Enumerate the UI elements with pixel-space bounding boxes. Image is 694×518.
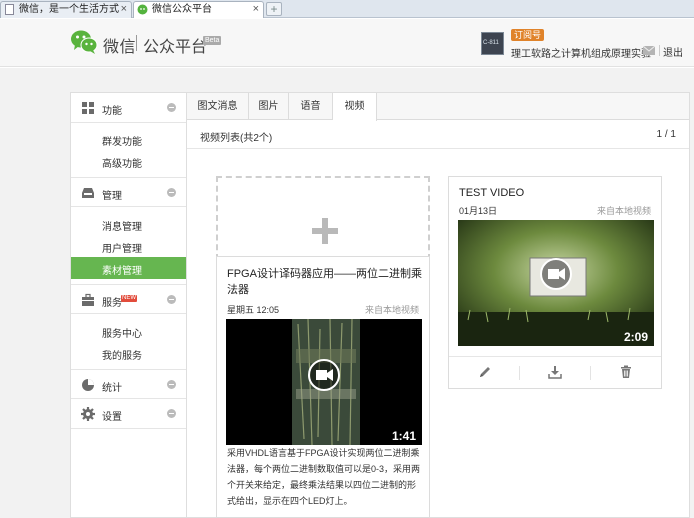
sidebar-item-label: 群发功能 xyxy=(102,137,142,148)
sidebar-item-messages[interactable]: 消息管理 xyxy=(71,213,186,235)
sidebar-item-label: 我的服务 xyxy=(102,351,142,362)
pager: 1 / 1 xyxy=(656,129,676,140)
collapse-icon[interactable] xyxy=(167,188,176,197)
sidebar-item-my-services[interactable]: 我的服务 xyxy=(71,342,186,364)
sidebar-section-label: 功能 xyxy=(102,106,122,117)
sidebar-item-label: 用户管理 xyxy=(102,244,142,255)
beta-badge: Beta xyxy=(203,36,222,45)
collapse-icon[interactable] xyxy=(167,380,176,389)
wechat-icon xyxy=(137,4,148,15)
new-tab-button[interactable]: + xyxy=(266,2,282,16)
browser-tab-wechat-home[interactable]: 微信，是一个生活方式 × xyxy=(0,1,132,18)
sidebar-item-label: 服务中心 xyxy=(102,329,142,340)
card-actions xyxy=(449,356,661,388)
new-badge: NEW xyxy=(121,295,137,302)
logo-subtitle: 公众平台 xyxy=(143,39,208,56)
sidebar-item-service-center[interactable]: 服务中心 xyxy=(71,320,186,342)
mail-icon[interactable] xyxy=(643,46,655,55)
wechat-logo-icon[interactable] xyxy=(70,29,98,55)
video-thumbnail[interactable]: 1:41 xyxy=(226,319,422,445)
sidebar-item-label: 高级功能 xyxy=(102,159,142,170)
logout-link[interactable]: 退出 xyxy=(663,44,683,59)
add-video-card[interactable] xyxy=(216,176,430,260)
video-title: TEST VIDEO xyxy=(459,187,525,199)
sidebar-section-settings[interactable]: 设置 xyxy=(71,399,186,429)
browser-tab-label: 微信，是一个生活方式 xyxy=(19,4,119,15)
video-source: 来自本地视频 xyxy=(364,305,419,315)
sidebar-section-statistics[interactable]: 统计 xyxy=(71,369,186,399)
video-source: 来自本地视频 xyxy=(596,206,651,216)
sidebar-item-mass-send[interactable]: 群发功能 xyxy=(71,128,186,150)
video-duration: 2:09 xyxy=(623,330,648,344)
sidebar-item-users[interactable]: 用户管理 xyxy=(71,235,186,257)
plus-icon xyxy=(312,218,338,244)
video-time: 01月13日 xyxy=(459,206,498,216)
video-thumbnail[interactable]: 2:09 xyxy=(458,220,654,346)
sidebar-section-label: 管理 xyxy=(102,191,122,202)
list-title: 视频列表(共2个) xyxy=(200,133,273,144)
sidebar-item-materials[interactable]: 素材管理 xyxy=(71,257,186,279)
video-card[interactable]: TEST VIDEO 01月13日 来自本地视频 2:09 xyxy=(448,176,662,389)
header-divider xyxy=(659,45,660,56)
edit-icon[interactable] xyxy=(478,365,492,379)
account-name[interactable]: 理工软路之计算机组成原理实验 xyxy=(511,45,651,60)
video-card[interactable]: FPGA设计译码器应用——两位二进制乘法器 星期五 12:05 来自本地视频 1… xyxy=(216,256,430,518)
action-divider xyxy=(519,366,520,380)
video-duration: 1:41 xyxy=(391,429,416,443)
sidebar: 功能 群发功能 高级功能 管理 消息管理 用户管理 素材管理 服务 NEW 服务… xyxy=(70,92,187,518)
video-time: 星期五 12:05 xyxy=(227,305,280,315)
action-divider xyxy=(590,366,591,380)
sidebar-section-management[interactable]: 管理 xyxy=(71,177,186,207)
sidebar-item-label: 素材管理 xyxy=(102,266,142,277)
sidebar-section-label: 统计 xyxy=(102,383,122,394)
sidebar-section-service[interactable]: 服务 NEW xyxy=(71,284,186,314)
avatar[interactable]: C-811 xyxy=(481,32,504,55)
video-title: FPGA设计译码器应用——两位二进制乘法器 xyxy=(227,268,422,296)
briefcase-icon xyxy=(82,293,94,306)
inbox-icon xyxy=(82,188,94,198)
sidebar-section-label: 服务 xyxy=(102,298,122,309)
pie-chart-icon xyxy=(82,379,94,391)
material-tabs: 图文消息 图片 语音 视频 xyxy=(187,93,689,121)
collapse-icon[interactable] xyxy=(167,409,176,418)
browser-tab-bar: 微信，是一个生活方式 × 微信公众平台 × + xyxy=(0,0,694,18)
sidebar-section-function[interactable]: 功能 xyxy=(71,93,186,123)
trash-icon[interactable] xyxy=(619,365,633,379)
video-play-icon[interactable] xyxy=(540,258,572,290)
video-description: 采用VHDL语言基于FPGA设计实现两位二进制乘法器，每个两位二进制数取值可以是… xyxy=(227,448,421,506)
close-icon[interactable]: × xyxy=(121,2,127,17)
logo-text: 微信 xyxy=(103,39,137,56)
collapse-icon[interactable] xyxy=(167,103,176,112)
browser-tab-mp-platform[interactable]: 微信公众平台 × xyxy=(133,1,264,18)
tab-images[interactable]: 图片 xyxy=(249,93,289,120)
download-icon[interactable] xyxy=(548,365,562,379)
gear-icon xyxy=(81,407,95,421)
grid-icon xyxy=(82,102,94,114)
close-icon[interactable]: × xyxy=(253,2,259,17)
sidebar-item-label: 消息管理 xyxy=(102,222,142,233)
page-icon xyxy=(5,4,14,15)
list-header: 视频列表(共2个) 1 / 1 xyxy=(187,121,689,149)
logo-divider xyxy=(136,35,137,51)
site-header: 微信 公众平台 Beta C-811 订阅号 理工软路之计算机组成原理实验 退出 xyxy=(0,19,694,67)
video-play-icon[interactable] xyxy=(308,359,340,391)
tab-news[interactable]: 图文消息 xyxy=(187,93,249,120)
account-type-badge: 订阅号 xyxy=(511,29,545,41)
collapse-icon[interactable] xyxy=(167,295,176,304)
sidebar-section-label: 设置 xyxy=(102,412,122,423)
avatar-text: C-811 xyxy=(483,40,499,46)
browser-tab-label: 微信公众平台 xyxy=(152,4,212,15)
tab-voice[interactable]: 语音 xyxy=(289,93,333,120)
tab-video[interactable]: 视频 xyxy=(333,93,377,121)
sidebar-item-advanced[interactable]: 高级功能 xyxy=(71,150,186,172)
